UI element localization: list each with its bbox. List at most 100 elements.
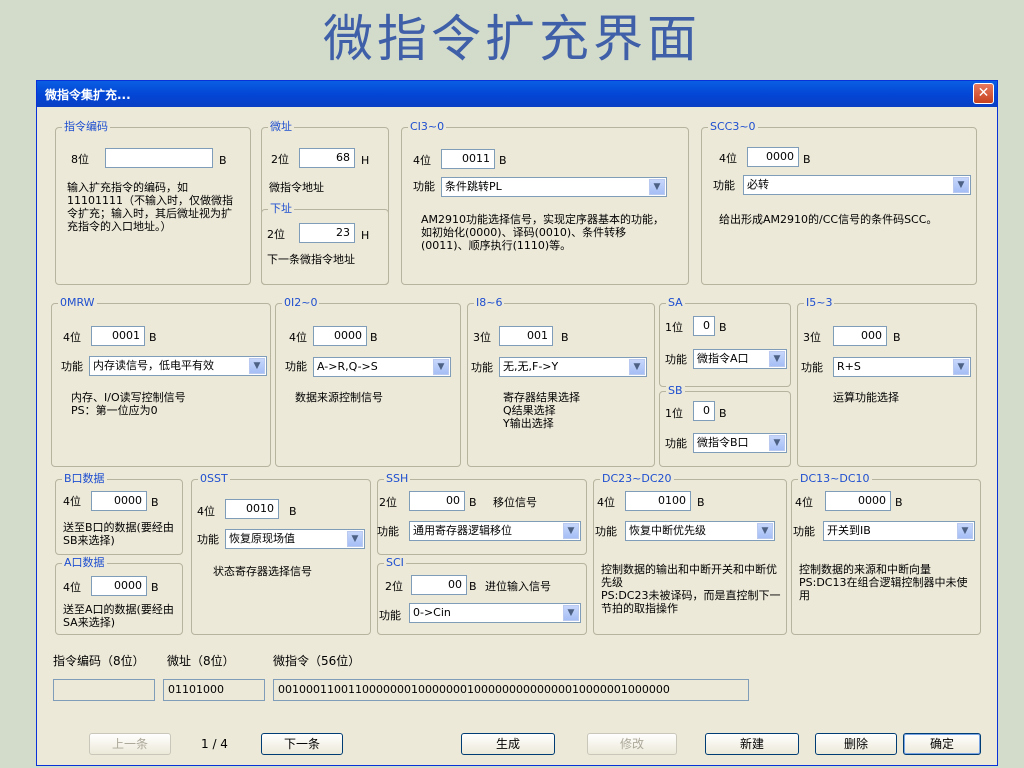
delete-button[interactable]: 删除: [815, 733, 897, 755]
modify-button[interactable]: 修改: [587, 733, 677, 755]
a-port-input[interactable]: 0000: [91, 576, 147, 596]
i8-description: 寄存器结果选择 Q结果选择 Y输出选择: [503, 391, 580, 430]
ssh-function-select[interactable]: 通用寄存器逻辑移位 ▼: [409, 521, 581, 541]
oi-function-select[interactable]: A->R,Q->S ▼: [313, 357, 451, 377]
sci-func-label: 功能: [379, 609, 401, 622]
i8-function-select[interactable]: 无,无,F->Y ▼: [499, 357, 647, 377]
sb-function-value: 微指令B口: [697, 436, 749, 449]
scc-function-select[interactable]: 必转 ▼: [743, 175, 971, 195]
dc23-bits-label: 4位: [597, 496, 615, 509]
group-label: CI3~0: [408, 120, 447, 134]
close-icon: ✕: [977, 85, 990, 101]
sb-unit-label: B: [719, 407, 727, 420]
group-sb: SB: [659, 384, 791, 467]
new-button[interactable]: 新建: [705, 733, 799, 755]
dc23-input[interactable]: 0100: [625, 491, 691, 511]
dc23-function-select[interactable]: 恢复中断优先级 ▼: [625, 521, 775, 541]
addr-description: 微指令地址: [269, 181, 324, 194]
scc-function-value: 必转: [747, 178, 769, 191]
chevron-down-icon[interactable]: ▼: [757, 523, 773, 539]
group-label: 指令编码: [62, 120, 110, 134]
omrw-function-select[interactable]: 内存读信号，低电平有效 ▼: [89, 356, 267, 376]
aport-description: 送至A口的数据(要经由SA来选择): [63, 603, 174, 629]
next-address-input[interactable]: 23: [299, 223, 355, 243]
omrw-input[interactable]: 0001: [91, 326, 145, 346]
i5-input[interactable]: 000: [833, 326, 887, 346]
i5-function-select[interactable]: R+S ▼: [833, 357, 971, 377]
omrw-bits-label: 4位: [63, 331, 81, 344]
instruction-code-input[interactable]: [105, 148, 213, 168]
title-bar[interactable]: 微指令集扩充... ✕: [37, 81, 997, 107]
chevron-down-icon[interactable]: ▼: [957, 523, 973, 539]
oi-description: 数据来源控制信号: [295, 391, 383, 404]
next-button[interactable]: 下一条: [261, 733, 343, 755]
oi-input[interactable]: 0000: [313, 326, 367, 346]
chevron-down-icon[interactable]: ▼: [769, 435, 785, 451]
chevron-down-icon[interactable]: ▼: [629, 359, 645, 375]
ssh-input[interactable]: 00: [409, 491, 465, 511]
close-button[interactable]: ✕: [973, 83, 994, 104]
ci-function-select[interactable]: 条件跳转PL ▼: [441, 177, 667, 197]
bport-bits-label: 4位: [63, 495, 81, 508]
summary-code-label: 指令编码（8位）: [53, 654, 145, 668]
dc13-function-select[interactable]: 开关到IB ▼: [823, 521, 975, 541]
chevron-down-icon[interactable]: ▼: [563, 605, 579, 621]
group-label: SCI: [384, 556, 406, 570]
chevron-down-icon[interactable]: ▼: [953, 359, 969, 375]
ci-function-value: 条件跳转PL: [445, 180, 502, 193]
chevron-down-icon[interactable]: ▼: [249, 358, 265, 374]
ci-input[interactable]: 0011: [441, 149, 495, 169]
group-label: 下址: [268, 202, 294, 216]
sb-input[interactable]: 0: [693, 401, 715, 421]
addr-bits-label: 2位: [271, 153, 289, 166]
sa-func-label: 功能: [665, 353, 687, 366]
sb-function-select[interactable]: 微指令B口 ▼: [693, 433, 787, 453]
chevron-down-icon[interactable]: ▼: [953, 177, 969, 193]
osst-bits-label: 4位: [197, 505, 215, 518]
sci-function-select[interactable]: 0->Cin ▼: [409, 603, 581, 623]
sa-input[interactable]: 0: [693, 316, 715, 336]
chevron-down-icon[interactable]: ▼: [433, 359, 449, 375]
group-sa: SA: [659, 296, 791, 387]
summary-micro-field[interactable]: 0010001100110000000100000001000000000000…: [273, 679, 749, 701]
osst-unit-label: B: [289, 505, 297, 518]
group-sci: SCI: [377, 556, 587, 635]
prev-button[interactable]: 上一条: [89, 733, 171, 755]
scc-func-label: 功能: [713, 179, 735, 192]
summary-addr-field[interactable]: 01101000: [163, 679, 265, 701]
chevron-down-icon[interactable]: ▼: [347, 531, 363, 547]
group-label: 0I2~0: [282, 296, 320, 310]
scc-input[interactable]: 0000: [747, 147, 799, 167]
sci-input[interactable]: 00: [411, 575, 467, 595]
chevron-down-icon[interactable]: ▼: [649, 179, 665, 195]
dc23-description: 控制数据的输出和中断开关和中断优先级 PS:DC23未被译码，而是直控制下一节拍…: [601, 563, 781, 615]
sb-bits-label: 1位: [665, 407, 683, 420]
dc13-unit-label: B: [895, 496, 903, 509]
sci-function-value: 0->Cin: [413, 606, 451, 619]
group-label: B口数据: [62, 472, 107, 486]
osst-function-select[interactable]: 恢复原现场值 ▼: [225, 529, 365, 549]
osst-input[interactable]: 0010: [225, 499, 279, 519]
i8-input[interactable]: 001: [499, 326, 553, 346]
chevron-down-icon[interactable]: ▼: [563, 523, 579, 539]
group-scc: SCC3~0: [701, 120, 977, 285]
omrw-unit-label: B: [149, 331, 157, 344]
group-label: I8~6: [474, 296, 505, 310]
ok-button[interactable]: 确定: [903, 733, 981, 755]
osst-description: 状态寄存器选择信号: [213, 565, 312, 578]
generate-button[interactable]: 生成: [461, 733, 555, 755]
dc13-input[interactable]: 0000: [825, 491, 891, 511]
group-next-address: 下址: [261, 202, 389, 285]
chevron-down-icon[interactable]: ▼: [769, 351, 785, 367]
group-label: SCC3~0: [708, 120, 758, 134]
dialog-window: 微指令集扩充... ✕ 指令编码 8位 B 输入扩充指令的编码，如1110111…: [36, 80, 998, 766]
micro-address-input[interactable]: 68: [299, 148, 355, 168]
summary-code-field[interactable]: [53, 679, 155, 701]
b-port-input[interactable]: 0000: [91, 491, 147, 511]
group-label: A口数据: [62, 556, 107, 570]
sa-unit-label: B: [719, 321, 727, 334]
sa-function-select[interactable]: 微指令A口 ▼: [693, 349, 787, 369]
scc-unit-label: B: [803, 153, 811, 166]
group-oi: 0I2~0: [275, 296, 461, 467]
dc13-func-label: 功能: [793, 525, 815, 538]
